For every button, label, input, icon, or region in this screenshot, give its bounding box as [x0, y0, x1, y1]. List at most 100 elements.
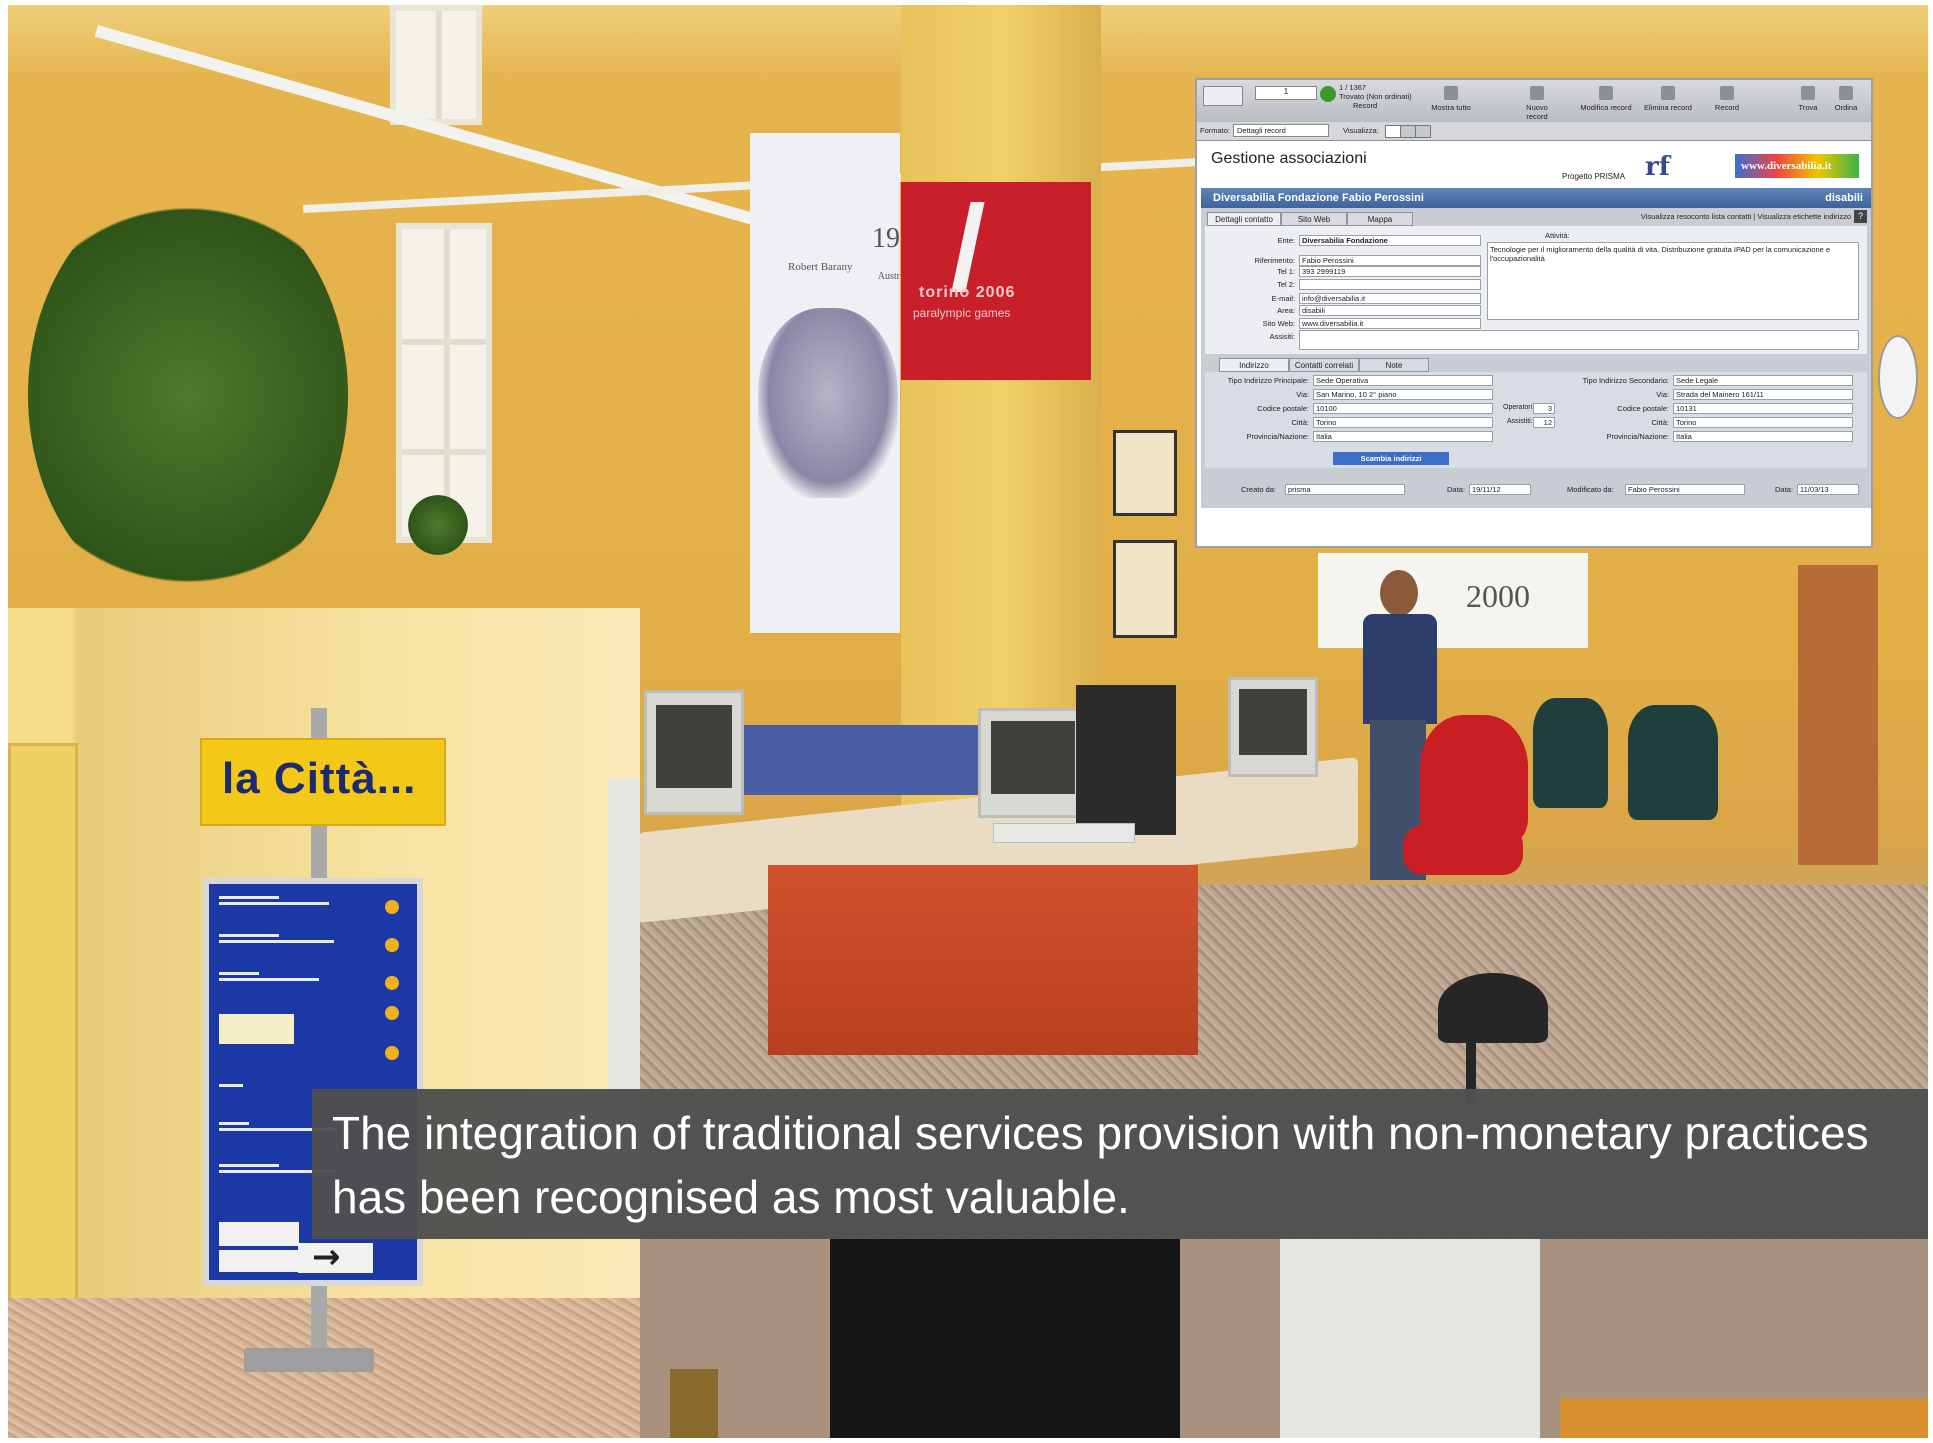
- dark-monitor-back: [830, 1239, 1180, 1438]
- cap2-field[interactable]: 10131: [1673, 403, 1853, 414]
- contact-report-links[interactable]: Visualizza resoconto lista contatti | Vi…: [1641, 212, 1851, 221]
- modified-date-label: Data:: [1775, 485, 1793, 494]
- slide-canvas: 19 Robert Barany Austr torino 2006 paral…: [0, 0, 1933, 1443]
- show-all-label: Mostra tutto: [1431, 103, 1471, 112]
- view-list-button[interactable]: [1400, 125, 1416, 138]
- torino-text: torino 2006: [919, 284, 1016, 301]
- tel2-field[interactable]: [1299, 279, 1481, 290]
- fm-toolbar: 1 1 / 1367 Trovato (Non ordinati) Record…: [1197, 80, 1871, 123]
- desk-edge-orange: [1560, 1399, 1928, 1438]
- show-all-button[interactable]: Mostra tutto: [1429, 86, 1473, 112]
- tel1-label: Tel 1:: [1277, 267, 1295, 276]
- diversabilia-logo: www.diversabilia.it: [1735, 154, 1859, 178]
- arrow-icon: [385, 900, 399, 914]
- directory-logo-card: [219, 1222, 299, 1246]
- torino-subtext: paralympic games: [913, 306, 1011, 320]
- record-nav-buttons[interactable]: [1203, 86, 1243, 106]
- record-panel: Dettagli contatto Sito Web Mappa Visuali…: [1201, 208, 1871, 508]
- sort-button[interactable]: Ordina: [1829, 86, 1863, 112]
- attivita-field[interactable]: Tecnologie per il miglioramento della qu…: [1487, 242, 1859, 320]
- plant-left: [28, 185, 348, 605]
- citta-field[interactable]: Torino: [1313, 417, 1493, 428]
- provincia-field[interactable]: Italia: [1313, 431, 1493, 442]
- record-count: 1 / 1367 Trovato (Non ordinati) Record: [1339, 83, 1412, 110]
- email-field[interactable]: info@diversabilia.it: [1299, 293, 1481, 304]
- assisiti-field[interactable]: [1299, 330, 1859, 350]
- dark-chair-1: [1533, 698, 1608, 808]
- tel2-label: Tel 2:: [1277, 280, 1295, 289]
- new-record-label: Nuovo record: [1526, 103, 1548, 121]
- sign-base: [244, 1348, 374, 1372]
- tab-contact-details[interactable]: Dettagli contatto: [1207, 212, 1281, 226]
- help-button[interactable]: ?: [1854, 210, 1867, 223]
- assistiti-field[interactable]: 12: [1533, 417, 1555, 428]
- assisiti-label: Assisiti:: [1269, 332, 1295, 341]
- pc-tower: [1076, 685, 1176, 835]
- provincia2-field[interactable]: Italia: [1673, 431, 1853, 442]
- address-pane: Tipo Indirizzo Principale: Sede Operativ…: [1205, 372, 1867, 468]
- via-field[interactable]: San Marino, 10 2° piano: [1313, 389, 1493, 400]
- directory-logo-card: [219, 1250, 299, 1272]
- record-count-value: 1 / 1367: [1339, 83, 1367, 92]
- view-form-button[interactable]: [1385, 125, 1401, 138]
- layout-select[interactable]: Dettagli record: [1233, 124, 1329, 137]
- sort-label: Ordina: [1834, 103, 1858, 112]
- modified-by-field: Fabio Perossini: [1625, 484, 1745, 495]
- area-label: Area:: [1277, 306, 1295, 315]
- ente-field[interactable]: Diversabilia Fondazione: [1299, 235, 1481, 246]
- records-label: Record: [1353, 101, 1378, 110]
- plant-small: [408, 495, 468, 555]
- record-menu-button[interactable]: Record: [1705, 86, 1749, 112]
- directory-entry: [219, 972, 349, 990]
- filemaker-window: 1 1 / 1367 Trovato (Non ordinati) Record…: [1195, 78, 1873, 548]
- sort-icon: [1839, 86, 1853, 100]
- tipo-principale-field[interactable]: Sede Operativa: [1313, 375, 1493, 386]
- view-table-button[interactable]: [1415, 125, 1431, 138]
- edit-record-button[interactable]: Modifica record: [1577, 86, 1635, 112]
- new-record-button[interactable]: Nuovo record: [1515, 86, 1559, 121]
- show-all-icon: [1444, 86, 1458, 100]
- sito-field[interactable]: www.diversabilia.it: [1299, 318, 1481, 329]
- citta2-field[interactable]: Torino: [1673, 417, 1853, 428]
- modified-date-field: 11/03/13: [1797, 484, 1859, 495]
- crt-monitor: [978, 708, 1088, 818]
- email-label: E-mail:: [1271, 294, 1295, 303]
- window-upper: [390, 5, 482, 125]
- portrait-image: [758, 308, 898, 498]
- fm-project-label: Progetto PRISMA: [1562, 172, 1626, 181]
- riferimento-field[interactable]: Fabio Perossini: [1299, 255, 1481, 266]
- la-citta-sign: la Città...: [200, 738, 446, 826]
- provincia-label: Provincia/Nazione:: [1246, 432, 1309, 441]
- via-label: Via:: [1296, 390, 1309, 399]
- created-by-field: prisma: [1285, 484, 1405, 495]
- fm-layout-bar: Formato: Dettagli record Visualizza:: [1197, 122, 1871, 141]
- created-date-field: 19/11/12: [1469, 484, 1531, 495]
- record-number-input[interactable]: 1: [1255, 86, 1317, 100]
- desk-blue-top: [738, 725, 988, 795]
- swap-addresses-button[interactable]: Scambia indirizzi: [1333, 452, 1449, 465]
- banner-country: Austr: [877, 271, 900, 282]
- new-record-icon: [1530, 86, 1544, 100]
- desk-lamp: [1438, 973, 1548, 1043]
- delete-record-button[interactable]: Elimina record: [1641, 86, 1695, 112]
- edit-record-icon: [1599, 86, 1613, 100]
- tel1-field[interactable]: 393 2999119: [1299, 266, 1481, 277]
- arrow-icon: [385, 1046, 399, 1060]
- found-status: Trovato (Non ordinati): [1339, 92, 1412, 101]
- operatori-field[interactable]: 3: [1533, 403, 1555, 414]
- tab-map[interactable]: Mappa: [1347, 212, 1413, 226]
- area-field[interactable]: disabili: [1299, 305, 1481, 316]
- tipo-secondario-label: Tipo Indirizzo Secondario:: [1582, 376, 1669, 385]
- tipo-secondario-field[interactable]: Sede Legale: [1673, 375, 1853, 386]
- tab-address[interactable]: Indirizzo: [1219, 358, 1289, 372]
- tab-website[interactable]: Sito Web: [1281, 212, 1347, 226]
- pen-cup: [670, 1369, 718, 1438]
- via2-field[interactable]: Strada del Mainero 161/11: [1673, 389, 1853, 400]
- record-footer: Creato da: prisma Data: 19/11/12 Modific…: [1205, 482, 1867, 498]
- torino-banner: torino 2006 paralympic games: [901, 182, 1091, 380]
- tab-notes[interactable]: Note: [1359, 358, 1429, 372]
- cap-field[interactable]: 10100: [1313, 403, 1493, 414]
- tab-related-contacts[interactable]: Contatti correlati: [1289, 358, 1359, 372]
- find-button[interactable]: Trova: [1791, 86, 1825, 112]
- citta-label: Città:: [1291, 418, 1309, 427]
